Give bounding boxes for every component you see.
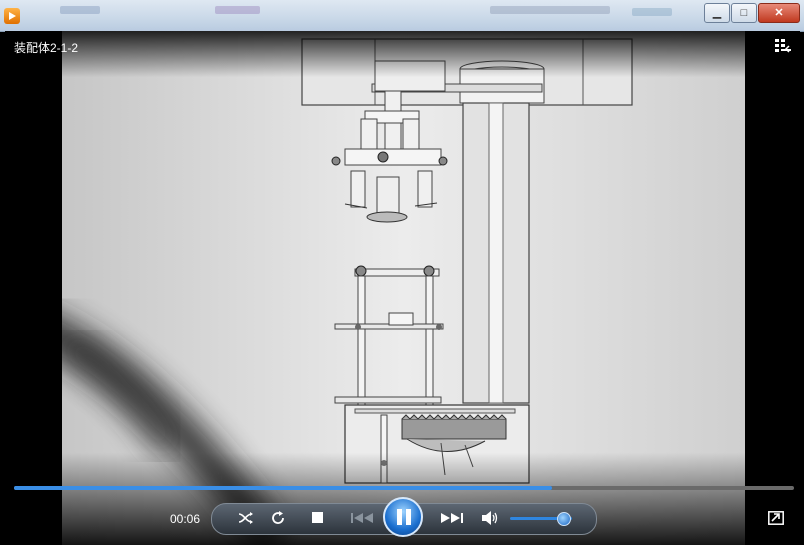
pause-icon <box>397 509 402 525</box>
blurred-background-tab <box>490 6 610 14</box>
app-icon <box>4 8 20 24</box>
pause-button[interactable] <box>383 497 423 537</box>
shuffle-icon[interactable] <box>238 510 254 526</box>
fullscreen-icon[interactable] <box>768 511 784 525</box>
seek-bar[interactable] <box>14 486 794 490</box>
blurred-background-tab <box>60 6 100 14</box>
seek-bar-fill <box>14 486 553 490</box>
video-frame <box>5 31 800 545</box>
volume-icon[interactable] <box>481 510 499 526</box>
minimize-button[interactable]: ▁ <box>704 3 730 23</box>
video-area[interactable]: 装配体2-1-2 00:06 <box>5 31 800 545</box>
stop-button[interactable] <box>312 512 323 523</box>
window-titlebar: ▁ □ ✕ <box>0 0 804 32</box>
maximize-button[interactable]: □ <box>731 3 757 23</box>
close-button[interactable]: ✕ <box>758 3 800 23</box>
previous-icon[interactable] <box>349 511 377 525</box>
blurred-background-tab <box>215 6 260 14</box>
volume-slider-handle[interactable] <box>556 512 571 526</box>
blurred-background-tab <box>632 8 672 16</box>
next-icon[interactable] <box>437 511 465 525</box>
video-title: 装配体2-1-2 <box>14 41 79 55</box>
repeat-icon[interactable] <box>270 510 286 526</box>
playlist-icon[interactable] <box>775 39 791 53</box>
elapsed-time: 00:06 <box>170 512 201 526</box>
